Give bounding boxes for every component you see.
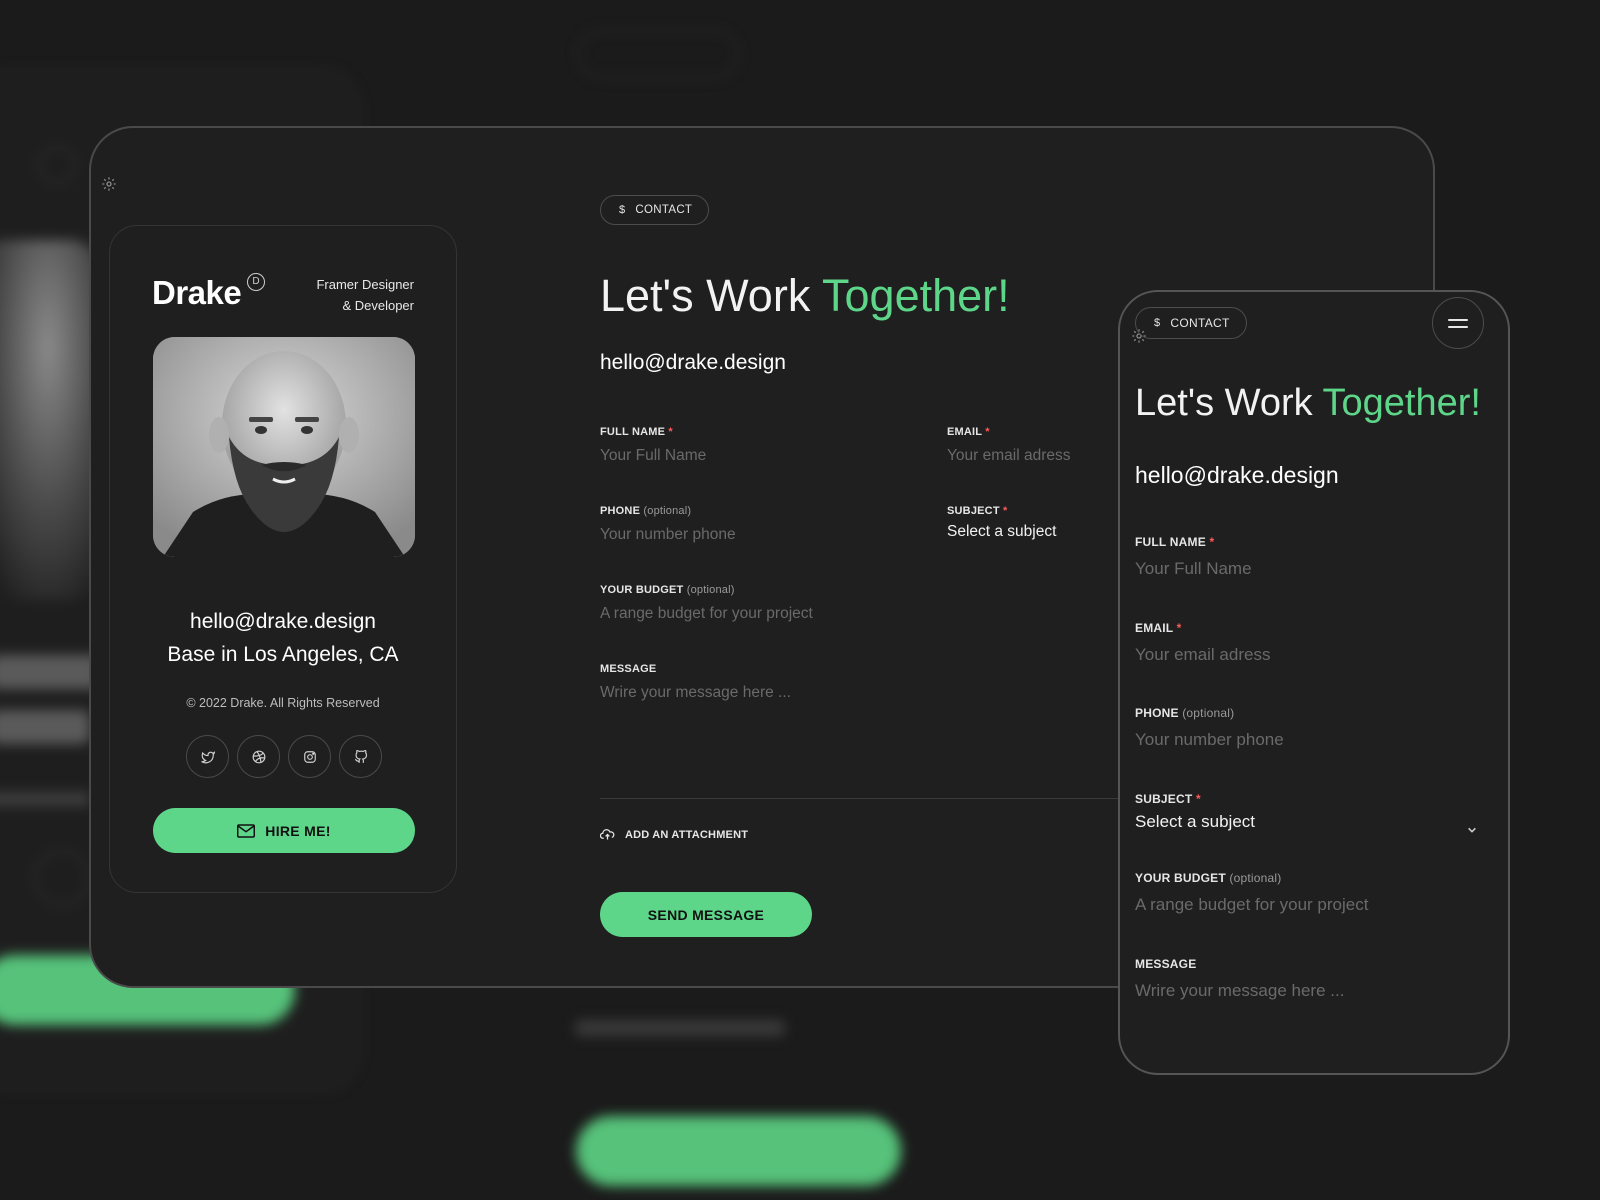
contact-pill-label: CONTACT [1170, 316, 1230, 330]
twitter-link[interactable] [186, 735, 229, 778]
phone-input[interactable]: Your number phone [1135, 730, 1495, 750]
full-name-field[interactable]: FULL NAME * Your Full Name [600, 426, 900, 465]
subject-label: SUBJECT * [1135, 792, 1201, 806]
role-line-1: Framer Designer [316, 277, 414, 292]
phone-field[interactable]: PHONE (optional) Your number phone [1135, 706, 1495, 750]
instagram-link[interactable] [288, 735, 331, 778]
budget-input[interactable]: A range budget for your project [1135, 895, 1495, 915]
contact-pill: $ CONTACT [600, 195, 710, 225]
github-link[interactable] [339, 735, 382, 778]
twitter-icon [200, 750, 215, 763]
social-links [186, 735, 382, 778]
budget-label: YOUR BUDGET (optional) [600, 584, 735, 596]
budget-label: YOUR BUDGET (optional) [1135, 871, 1282, 885]
copyright-text: © 2022 Drake. All Rights Reserved [186, 696, 380, 710]
message-label: MESSAGE [1135, 957, 1197, 971]
email-label: EMAIL * [1135, 621, 1182, 635]
message-textarea[interactable]: Wrire your message here ... [600, 684, 1100, 702]
full-name-label: FULL NAME * [600, 426, 673, 438]
role-line-2: & Developer [342, 298, 414, 313]
dollar-icon: $ [619, 204, 626, 216]
full-name-input[interactable]: Your Full Name [1135, 559, 1495, 579]
message-label: MESSAGE [600, 663, 657, 675]
budget-field[interactable]: YOUR BUDGET (optional) A range budget fo… [1135, 871, 1495, 915]
brand-badge: D [247, 273, 265, 291]
email-field[interactable]: EMAIL * Your email adress [1135, 621, 1495, 665]
profile-card: Drake D Framer Designer & Developer hell… [109, 225, 457, 893]
phone-label: PHONE (optional) [1135, 706, 1235, 720]
bg-copyright-text [0, 792, 90, 806]
contact-pill-label: CONTACT [635, 204, 693, 216]
profile-location: Base in Los Angeles, CA [167, 643, 399, 666]
subject-field[interactable]: SUBJECT * Select a subject [1135, 792, 1495, 835]
message-field[interactable]: MESSAGE Wrire your message here ... [600, 663, 1100, 702]
bg-location-text [0, 710, 90, 744]
phone-field[interactable]: PHONE (optional) Your number phone [600, 505, 900, 544]
bg-social-circle [34, 850, 90, 906]
mobile-frame: $ CONTACT Let's Work Together! hello@dra… [1118, 290, 1510, 1075]
mail-icon [237, 823, 256, 838]
email-input[interactable]: Your email adress [1135, 645, 1495, 665]
github-icon [354, 749, 367, 763]
dribbble-link[interactable] [237, 735, 280, 778]
heading-part-2: Together! [1322, 382, 1481, 424]
full-name-label: FULL NAME * [1135, 535, 1215, 549]
gear-icon[interactable] [101, 176, 117, 192]
profile-email[interactable]: hello@drake.design [110, 610, 456, 634]
menu-line-icon [1448, 318, 1468, 321]
bg-badge [38, 146, 76, 184]
hire-me-button[interactable]: HIRE ME! [153, 808, 415, 853]
phone-input[interactable]: Your number phone [600, 526, 900, 544]
subject-select[interactable]: Select a subject [1135, 812, 1495, 832]
dribbble-icon [252, 750, 265, 763]
brand-logo: Drake [152, 274, 242, 311]
role-text: Framer Designer & Developer [316, 274, 414, 316]
send-message-button[interactable]: SEND MESSAGE [600, 892, 812, 937]
phone-label: PHONE (optional) [600, 505, 692, 517]
page-heading: Let's Work Together! [1135, 382, 1481, 425]
add-attachment-label: ADD AN ATTACHMENT [625, 828, 749, 841]
heading-part-1: Let's Work [600, 270, 823, 321]
budget-field[interactable]: YOUR BUDGET (optional) A range budget fo… [600, 584, 1000, 623]
profile-photo [153, 337, 415, 557]
heading-part-1: Let's Work [1135, 382, 1323, 424]
bg-email-text [0, 655, 100, 689]
page-heading: Let's Work Together! [600, 270, 1010, 322]
instagram-icon [303, 750, 316, 763]
bg-photo [0, 240, 100, 600]
hamburger-menu-button[interactable] [1432, 297, 1484, 349]
bg-send-button [576, 1116, 901, 1186]
budget-input[interactable]: A range budget for your project [600, 605, 1000, 623]
hire-me-label: HIRE ME! [265, 822, 331, 839]
heading-part-2: Together! [822, 270, 1010, 321]
bg-contact-pill [578, 30, 738, 78]
full-name-field[interactable]: FULL NAME * Your Full Name [1135, 535, 1495, 579]
chevron-down-icon[interactable] [1467, 825, 1477, 835]
add-attachment-button[interactable]: ADD AN ATTACHMENT [600, 828, 748, 841]
contact-pill: $ CONTACT [1135, 307, 1247, 339]
full-name-input[interactable]: Your Full Name [600, 447, 900, 465]
message-textarea[interactable]: Wrire your message here ... [1135, 981, 1495, 1001]
send-message-label: SEND MESSAGE [647, 906, 765, 923]
menu-line-icon [1448, 325, 1468, 328]
cloud-upload-icon [600, 829, 615, 840]
bg-attachment-text [575, 1020, 785, 1036]
contact-email[interactable]: hello@drake.design [1135, 462, 1339, 489]
contact-email[interactable]: hello@drake.design [600, 351, 786, 375]
message-field[interactable]: MESSAGE Wrire your message here ... [1135, 957, 1495, 1001]
dollar-icon: $ [1154, 317, 1161, 329]
